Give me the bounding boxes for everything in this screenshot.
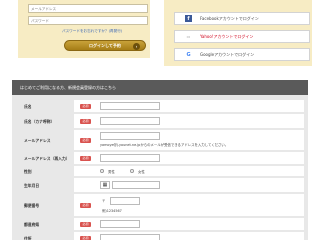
forgot-password-link[interactable]: パスワードをお忘れですか？(再発行) [62,29,122,34]
postal-label: 郵便番号 [24,203,40,208]
facebook-icon: f [185,15,192,22]
postal-mark: 〒 [102,199,106,203]
registration-form: はじめてご利用になる方、新規会員登録の方はこちら 氏名 必須 氏名（カナ呼称） … [12,80,308,240]
gender-female-radio[interactable] [130,169,134,173]
email-input[interactable] [29,5,147,12]
google-icon: G [186,51,191,58]
email-field[interactable] [28,4,148,13]
chevron-right-icon: › [133,42,140,50]
gender-female-label: 女性 [138,169,145,174]
gender-male-radio[interactable] [100,169,104,173]
required-badge: 必須 [80,137,91,143]
address-label: 住所 [24,236,32,240]
form-row-birthday: 生年月日 ▦ [16,178,304,192]
facebook-login-button[interactable]: f Facebookアカウントでログイン [174,12,310,25]
required-badge: 必須 [80,155,91,161]
facebook-login-label: Facebookアカウントでログイン [200,15,259,21]
form-row-address: 住所 必須 [16,232,304,240]
password-input[interactable] [29,17,147,24]
required-badge: 必須 [80,103,91,109]
postal-input[interactable] [110,197,140,205]
form-row-email: メールアドレス 必須 yamoye@j-younet.ne.jpからのメールが受… [16,130,304,150]
birthday-input[interactable] [112,181,160,189]
gender-label: 性別 [24,169,32,174]
login-area: パスワードをお忘れですか？(再発行) ログインして予約 › f Facebook… [0,0,320,72]
login-button[interactable]: ログインして予約 › [64,40,146,51]
email-label: メールアドレス [24,138,51,143]
registration-header: はじめてご利用になる方、新規会員登録の方はこちら [12,80,308,95]
birthday-label: 生年月日 [24,183,40,188]
google-login-label: Googleアカウントでログイン [200,51,255,57]
required-badge: 必須 [80,235,91,240]
required-badge: 必須 [80,221,91,227]
kana-input[interactable] [100,117,160,125]
register-email-input[interactable] [100,132,160,140]
postal-example: 例)1234567 [102,209,122,213]
form-row-prefecture: 都道府県 必須 [16,218,304,230]
prefecture-select[interactable] [100,220,140,228]
password-field[interactable] [28,16,148,25]
form-row-email-confirm: メールアドレス（再入力） 必須 [16,152,304,164]
name-label: 氏名 [24,104,32,109]
form-row-gender: 性別 男性 女性 [16,166,304,176]
required-badge: 必須 [80,118,91,124]
form-row-kana: 氏名（カナ呼称） 必須 [16,114,304,128]
login-panel: パスワードをお忘れですか？(再発行) ログインして予約 › [18,0,150,58]
address-input[interactable] [100,234,160,240]
form-row-postal: 郵便番号 必須 〒 例)1234567 [16,194,304,216]
form-row-name: 氏名 必須 [16,100,304,112]
yahoo-login-button[interactable]: ▭ Yahoo!アカウントでログイン [174,30,310,43]
email-note: yamoye@j-younet.ne.jpからのメールが受信できるアドレスを入力… [100,143,229,147]
yahoo-login-label: Yahoo!アカウントでログイン [200,33,254,39]
email-confirm-input[interactable] [100,154,160,162]
email-confirm-label: メールアドレス（再入力） [24,156,70,161]
gender-male-label: 男性 [108,169,115,174]
calendar-icon[interactable]: ▦ [100,181,110,189]
login-button-label: ログインして予約 [89,42,121,48]
required-badge: 必須 [80,202,91,208]
kana-label: 氏名（カナ呼称） [24,119,55,124]
prefecture-label: 都道府県 [24,222,40,227]
name-input[interactable] [100,102,160,110]
google-login-button[interactable]: G Googleアカウントでログイン [174,48,310,61]
yahoo-icon: ▭ [186,34,191,39]
